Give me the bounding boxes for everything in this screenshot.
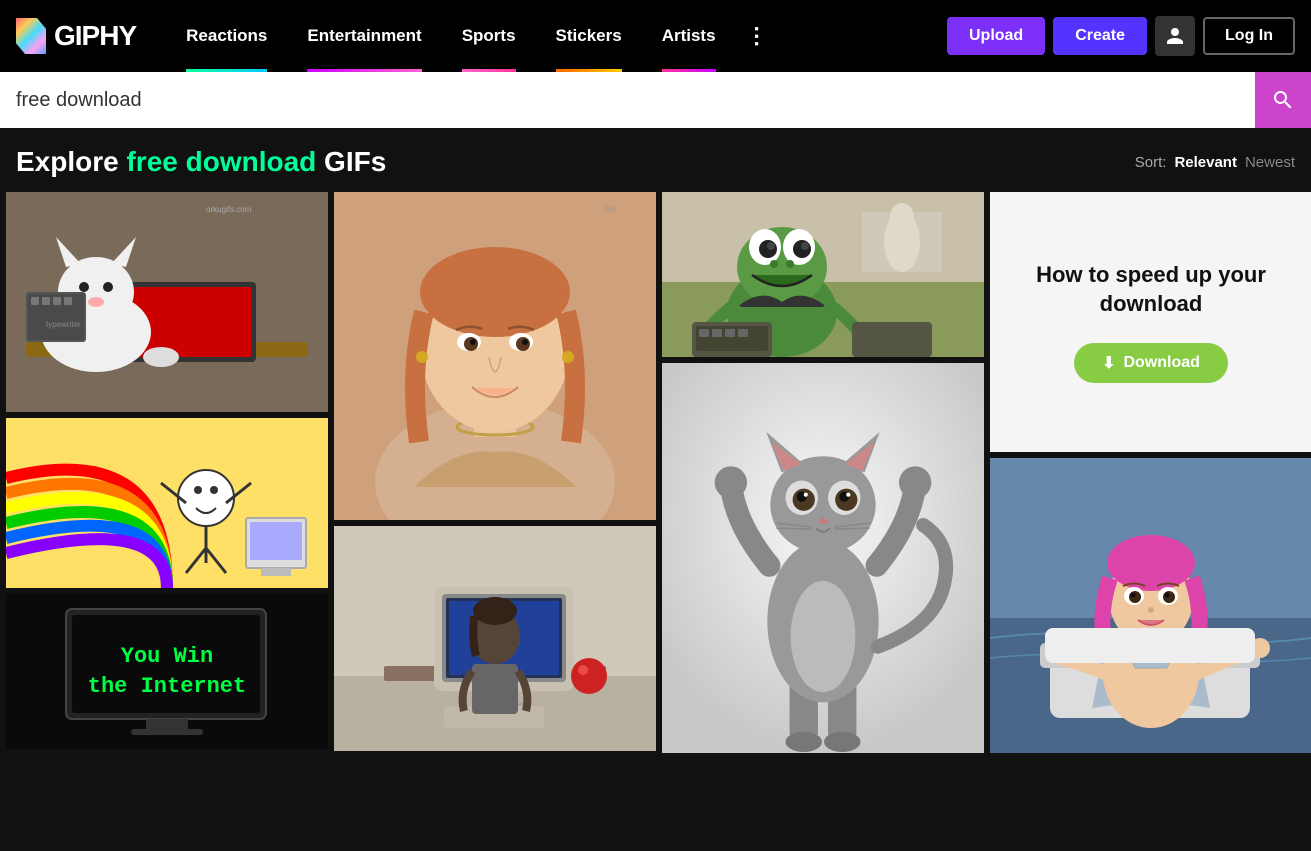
gif-column-4: How to speed up your download Download <box>990 192 1311 753</box>
svg-text:Re: Re <box>604 204 616 214</box>
logo-area[interactable]: GIPHY <box>16 18 136 54</box>
user-icon <box>1165 26 1185 46</box>
search-input[interactable] <box>16 89 1255 112</box>
gif-woman-boat[interactable] <box>990 458 1311 753</box>
gif-grid: typewriter orkugifs.com <box>0 192 1311 759</box>
gif-person-computer[interactable]: loading... <box>334 526 656 751</box>
svg-text:typewriter: typewriter <box>46 320 81 329</box>
gif-placeholder-cat: typewriter orkugifs.com <box>6 192 328 412</box>
search-area <box>0 72 1311 128</box>
search-button[interactable] <box>1255 72 1311 128</box>
giphy-logo-text: GIPHY <box>54 20 136 52</box>
sort-area: Sort: Relevant Newest <box>1135 154 1295 171</box>
header: GIPHY Reactions Entertainment Sports Sti… <box>0 0 1311 72</box>
gif-placeholder-boat-woman <box>990 458 1311 753</box>
gif-kermit-typing[interactable] <box>662 192 984 357</box>
gif-column-2: Re loading... <box>334 192 656 753</box>
gif-smiling-woman[interactable]: Re <box>334 192 656 520</box>
svg-text:orkugifs.com: orkugifs.com <box>206 205 252 214</box>
giphy-logo-icon <box>16 18 46 54</box>
main-nav: Reactions Entertainment Sports Stickers … <box>166 0 927 72</box>
nav-sports[interactable]: Sports <box>442 0 536 72</box>
create-button[interactable]: Create <box>1053 17 1147 55</box>
explore-heading: Explore free download GIFs Sort: Relevan… <box>0 128 1311 192</box>
gif-placeholder-rainbow <box>6 418 328 588</box>
ad-download-speed[interactable]: How to speed up your download Download <box>990 192 1311 452</box>
nav-artists[interactable]: Artists <box>642 0 736 72</box>
nav-entertainment[interactable]: Entertainment <box>287 0 441 72</box>
nav-more-button[interactable]: ⋮ <box>736 0 778 72</box>
sort-label: Sort: <box>1135 154 1167 171</box>
gif-column-3 <box>662 192 984 753</box>
gif-placeholder-kermit <box>662 192 984 357</box>
ad-download-button[interactable]: Download <box>1074 343 1228 383</box>
header-actions: Upload Create Log In <box>947 16 1295 56</box>
search-icon <box>1271 88 1295 112</box>
ad-title: How to speed up your download <box>1010 261 1292 318</box>
sort-relevant[interactable]: Relevant <box>1174 154 1237 171</box>
login-button[interactable]: Log In <box>1203 17 1295 55</box>
gif-placeholder-cat-standing <box>662 363 984 753</box>
svg-text:the Internet: the Internet <box>88 674 246 699</box>
nav-stickers[interactable]: Stickers <box>536 0 642 72</box>
gif-cat-standing[interactable] <box>662 363 984 753</box>
upload-button[interactable]: Upload <box>947 17 1045 55</box>
explore-title: Explore free download GIFs <box>16 146 386 178</box>
gif-placeholder-oldpc: loading... <box>334 526 656 751</box>
gif-column-1: typewriter orkugifs.com <box>6 192 328 753</box>
user-icon-button[interactable] <box>1155 16 1195 56</box>
gif-you-win-internet[interactable]: You Win the Internet <box>6 594 328 749</box>
gif-cat-typing[interactable]: typewriter orkugifs.com <box>6 192 328 412</box>
svg-text:You Win: You Win <box>121 644 213 669</box>
gif-placeholder-woman: Re <box>334 192 656 520</box>
nav-reactions[interactable]: Reactions <box>166 0 287 72</box>
gif-rainbow-cartoon[interactable] <box>6 418 328 588</box>
gif-placeholder-monitor: You Win the Internet <box>6 594 328 749</box>
sort-newest[interactable]: Newest <box>1245 154 1295 171</box>
